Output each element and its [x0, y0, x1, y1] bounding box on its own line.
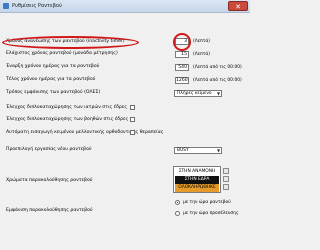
min-slot-unit: (Λεπτά) [193, 52, 210, 57]
default-status-select[interactable]: BUSY ▼ [174, 147, 222, 154]
display-mode-select[interactable]: Πλήρες κείμενο ▼ [174, 90, 222, 97]
check-assistants-checkbox[interactable] [130, 117, 135, 122]
day-start-label: Έναρξη χρόνου ημέρας για τα ραντεβού [6, 64, 100, 69]
tracking-colors-list[interactable]: ΣΤΗΝ ΑΝΑΜΟΝΗ ΣΤΗΝ ΕΔΡΑ ΟΛΟΚΛΗΡΩΘΗΚΕ [173, 166, 221, 193]
color-item-completed[interactable]: ΟΛΟΚΛΗΡΩΘΗΚΕ [175, 184, 219, 192]
chevron-down-icon: ▼ [216, 148, 221, 153]
day-end-input[interactable]: 1260 [175, 77, 189, 84]
tracking-colors-label: Χρώματα παρακολούθησης ραντεβού [6, 178, 93, 183]
radio-appointment-time[interactable] [175, 200, 180, 205]
color-picker-button-1[interactable] [223, 168, 229, 174]
window-title: Ρυθμίσεις Ραντεβού [12, 3, 62, 9]
default-status-value: BUSY [177, 148, 189, 153]
highlight-circle [173, 33, 191, 51]
radio-appointment-time-label: με την ώρα ραντεβού [183, 200, 231, 205]
min-slot-input[interactable]: 15 [175, 51, 189, 58]
auto-enter-checkbox[interactable] [130, 130, 135, 135]
color-picker-button-2[interactable] [223, 176, 229, 182]
title-bar: Ρυθμίσεις Ραντεβού ✕ [0, 0, 250, 13]
highlight-oval [2, 36, 139, 49]
day-start-input[interactable]: 540 [175, 64, 189, 71]
day-start-unit: (Λεπτά από τις 00:00) [193, 65, 242, 70]
check-doctors-label: Έλεγχος διπλοκαταχώρησης των ιατρών στις… [6, 105, 128, 110]
auto-enter-label: Αυτόματη εισαγωγή κειμένου μελλοντικής ο… [6, 130, 164, 135]
day-end-label: Τέλος χρόνου ημέρας για τα ραντεβού [6, 77, 96, 82]
display-mode-label: Τρόπος εμφάνισης των ραντεβού (ΟΛΕΣ) [6, 90, 101, 95]
radio-arrival-time[interactable] [175, 211, 180, 216]
day-end-unit: (Λεπτά από τις 00:00) [193, 78, 242, 83]
tracking-display-label: Εμφάνιση παρακολούθησης ραντεβού [6, 208, 93, 213]
inactivity-unit: (Λεπτά) [193, 39, 210, 44]
min-slot-label: Ελάχιστος χρόνος ραντεβού (μονάδα μέτρησ… [6, 51, 118, 56]
color-item-waiting[interactable]: ΣΤΗΝ ΑΝΑΜΟΝΗ [175, 168, 219, 176]
default-status-label: Προεπιλογή εργασίας νέου ραντεβού [6, 147, 92, 152]
close-button[interactable]: ✕ [228, 1, 248, 11]
radio-arrival-time-label: με την ώρα προσέλευσης [183, 211, 239, 216]
app-icon [3, 3, 9, 9]
check-doctors-checkbox[interactable] [130, 105, 135, 110]
color-picker-button-3[interactable] [223, 184, 229, 190]
color-item-in-chair[interactable]: ΣΤΗΝ ΕΔΡΑ [175, 176, 219, 184]
display-mode-value: Πλήρες κείμενο [177, 91, 212, 96]
chevron-down-icon: ▼ [216, 91, 221, 96]
check-assistants-label: Έλεγχος διπλοκαταχώρησης των βοηθών στις… [6, 117, 129, 122]
